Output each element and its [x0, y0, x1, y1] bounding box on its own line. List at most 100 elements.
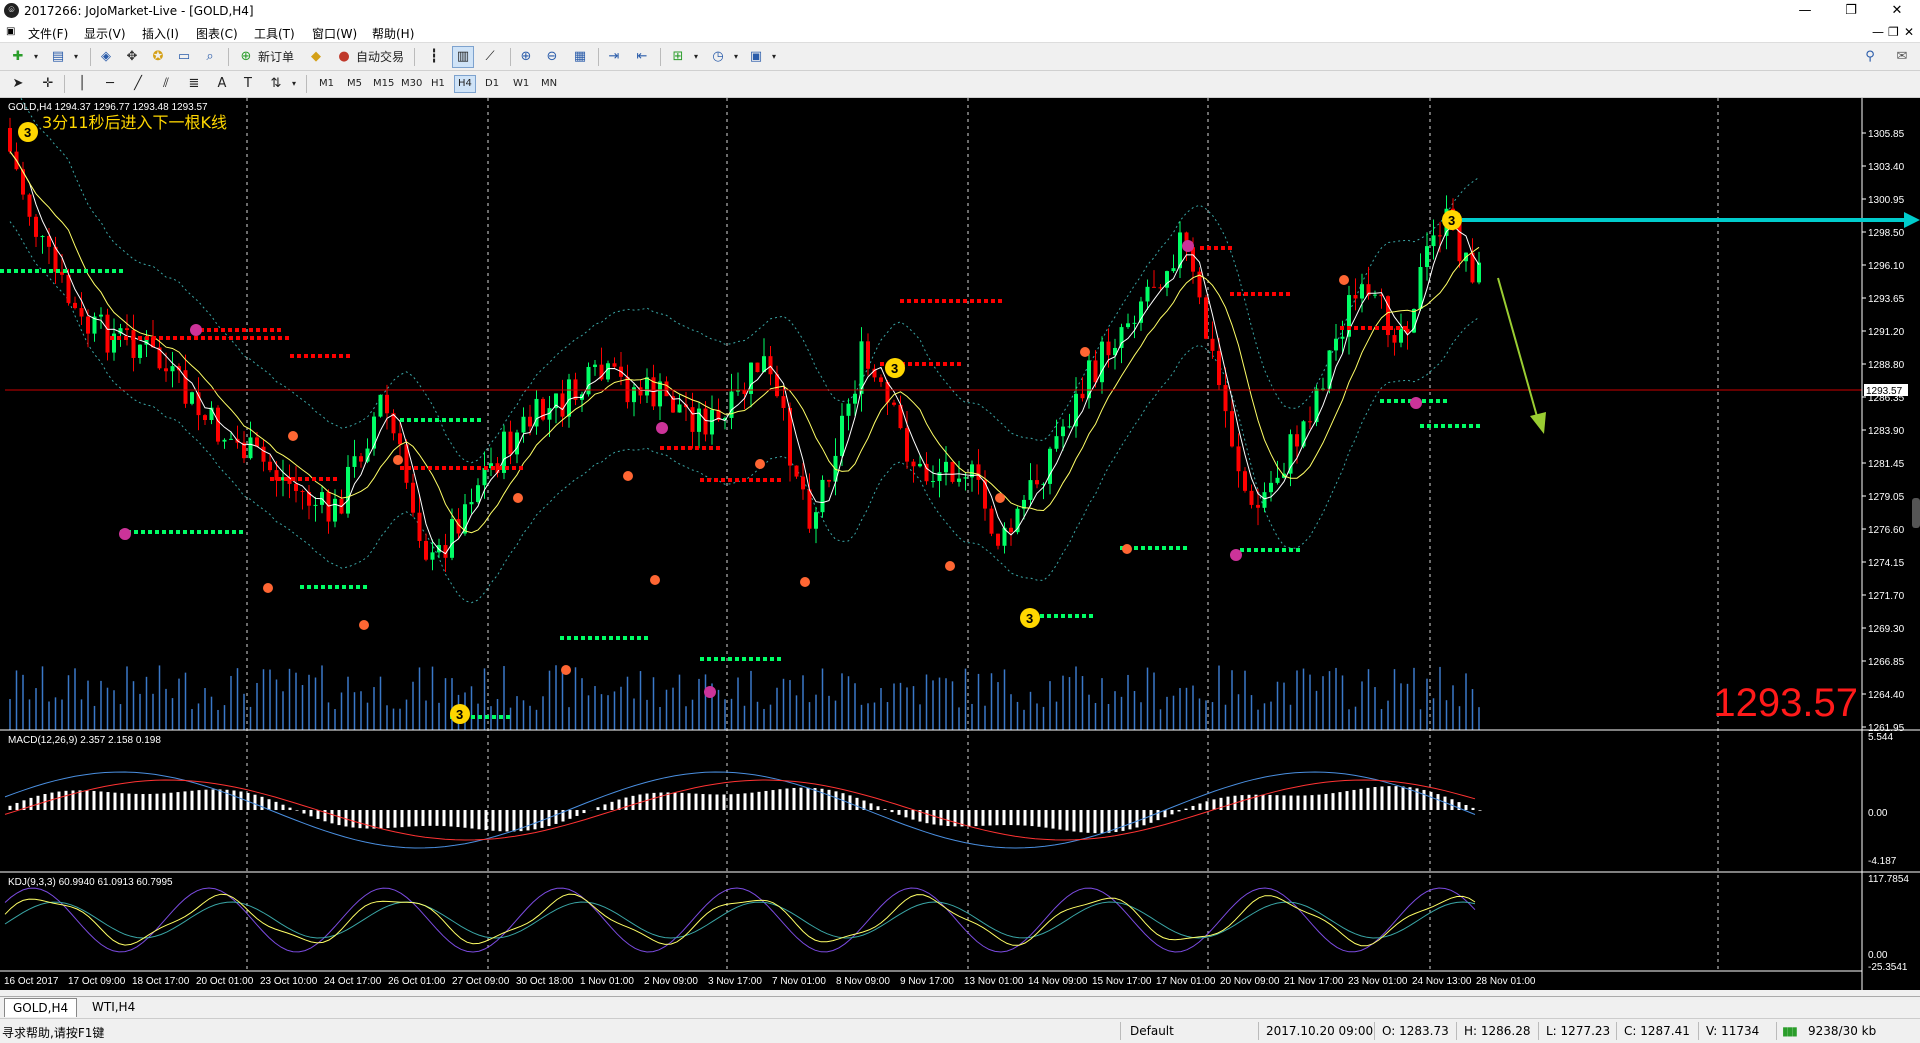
bar-chart-icon[interactable]: ┇: [424, 47, 444, 67]
signal-marker-magenta: [656, 422, 668, 434]
market-watch-icon[interactable]: ◈: [96, 47, 116, 67]
level-dot: [1279, 292, 1283, 296]
tile-windows-icon[interactable]: ▦: [570, 47, 590, 67]
level-dot: [117, 336, 121, 340]
auto-trading-icon[interactable]: ●: [334, 47, 354, 67]
mdi-restore-button[interactable]: ❐: [1888, 25, 1899, 39]
mdi-close-button[interactable]: ✕: [1904, 25, 1914, 39]
signal-marker-orange: [623, 471, 633, 481]
menu-insert[interactable]: 插入(I): [142, 25, 179, 42]
candle-body: [1009, 527, 1013, 533]
periods-icon[interactable]: ◷: [708, 47, 728, 67]
timeframe-d1[interactable]: D1: [482, 76, 502, 92]
zoom-out-icon[interactable]: ⊖: [542, 47, 562, 67]
level-dot: [1230, 292, 1234, 296]
chart-shift-icon[interactable]: ⇥: [604, 47, 624, 67]
candle-body: [690, 407, 695, 432]
mdi-minimize-button[interactable]: —: [1872, 25, 1884, 39]
cursor-icon[interactable]: ➤: [8, 74, 28, 94]
fibonacci-icon[interactable]: ≣: [184, 74, 204, 94]
timeframe-m30[interactable]: M30: [398, 76, 425, 92]
level-dot: [921, 299, 925, 303]
templates-dropdown-icon[interactable]: ▾: [764, 47, 784, 67]
level-dot: [721, 478, 725, 482]
level-dot: [257, 336, 261, 340]
level-dot: [1401, 399, 1405, 403]
menu-view[interactable]: 显示(V): [84, 25, 126, 42]
time-label: 23 Oct 10:00: [260, 976, 318, 987]
level-dot: [155, 530, 159, 534]
status-profile[interactable]: Default: [1130, 1024, 1174, 1038]
new-order-icon[interactable]: ⊕: [236, 47, 256, 67]
connection-bars-icon[interactable]: ▮▮▮: [1782, 1024, 1798, 1038]
timeframe-w1[interactable]: W1: [510, 76, 532, 92]
close-button[interactable]: ✕: [1874, 0, 1920, 22]
horizontal-line-icon[interactable]: ─: [100, 74, 120, 94]
indicators-icon[interactable]: ⊞: [668, 47, 688, 67]
level-dot: [1134, 546, 1138, 550]
zoom-in-icon[interactable]: ⊕: [516, 47, 536, 67]
menu-help[interactable]: 帮助(H): [372, 25, 414, 42]
candle-body: [1236, 446, 1241, 472]
timeframe-m5[interactable]: M5: [344, 76, 365, 92]
menu-tools[interactable]: 工具(T): [254, 25, 295, 42]
menu-chart[interactable]: 图表(C): [196, 25, 238, 42]
new-order-button[interactable]: 新订单: [258, 47, 294, 67]
menu-window[interactable]: 窗口(W): [312, 25, 357, 42]
kdj-indicator: [4, 887, 1476, 953]
text-icon[interactable]: A: [212, 74, 232, 94]
line-chart-icon[interactable]: ⟋: [480, 47, 500, 67]
indicators-dropdown-icon[interactable]: ▾: [686, 47, 706, 67]
restore-button[interactable]: ❐: [1828, 0, 1874, 22]
chart-canvas[interactable]: 3 3 3 3 3 1293.57 GOLD,H4 1294.37 1296.77 12…: [0, 81, 1920, 990]
data-window-icon[interactable]: ✥: [122, 47, 142, 67]
trendline-icon[interactable]: ╱: [128, 74, 148, 94]
timeframe-m15[interactable]: M15: [370, 76, 397, 92]
auto-trading-button[interactable]: 自动交易: [356, 47, 404, 67]
arrows-icon[interactable]: ⇅: [266, 74, 286, 94]
menu-bar: ▣ 文件(F) 显示(V) 插入(I) 图表(C) 工具(T) 窗口(W) 帮助…: [0, 22, 1920, 43]
level-dot: [297, 354, 301, 358]
terminal-icon[interactable]: ▭: [174, 47, 194, 67]
level-dot: [346, 354, 350, 358]
new-chart-dropdown-icon[interactable]: ▾: [26, 47, 46, 67]
chart-window[interactable]: 3 3 3 3 3 1293.57 GOLD,H4 1294.37 1296.77 12…: [0, 81, 1920, 990]
autoscroll-icon[interactable]: ⇤: [632, 47, 652, 67]
profiles-dropdown-icon[interactable]: ▾: [66, 47, 86, 67]
crosshair-icon[interactable]: ✛: [38, 74, 58, 94]
tab-wti-h4[interactable]: WTI,H4: [84, 998, 143, 1016]
level-dot: [307, 585, 311, 589]
level-dot: [321, 585, 325, 589]
menu-file[interactable]: 文件(F): [28, 25, 68, 42]
community-icon[interactable]: ✉: [1892, 47, 1912, 67]
equidistant-channel-icon[interactable]: ⫽: [156, 74, 176, 94]
timeframe-h1[interactable]: H1: [428, 76, 448, 92]
candle-body: [248, 437, 253, 459]
chart-header: GOLD,H4 1294.37 1296.77 1293.48 1293.57: [8, 102, 208, 113]
candle-body: [645, 377, 649, 396]
chart-window-icon[interactable]: ▣: [6, 26, 15, 37]
search-icon[interactable]: ⚲: [1860, 47, 1880, 67]
strategy-tester-icon[interactable]: ⌕: [200, 47, 220, 67]
timeframe-m1[interactable]: M1: [316, 76, 337, 92]
tab-gold-h4[interactable]: GOLD,H4: [4, 998, 78, 1017]
minimize-button[interactable]: —: [1782, 0, 1828, 22]
level-dot: [98, 269, 102, 273]
candlestick-icon[interactable]: ▥: [452, 46, 474, 68]
level-dot: [463, 418, 467, 422]
level-dot: [270, 477, 274, 481]
candle-body: [827, 479, 831, 482]
arrows-dropdown-icon[interactable]: ▾: [284, 74, 304, 94]
level-dot: [105, 269, 109, 273]
navigator-icon[interactable]: ✪: [148, 47, 168, 67]
vertical-line-icon[interactable]: │: [72, 74, 92, 94]
text-label-icon[interactable]: T: [238, 74, 258, 94]
new-chart-icon[interactable]: ✚: [8, 47, 28, 67]
periods-dropdown-icon[interactable]: ▾: [726, 47, 746, 67]
timeframe-mn[interactable]: MN: [538, 76, 560, 92]
profiles-icon[interactable]: ▤: [48, 47, 68, 67]
templates-icon[interactable]: ▣: [746, 47, 766, 67]
meta-editor-icon[interactable]: ◆: [306, 47, 326, 67]
timeframe-h4[interactable]: H4: [454, 75, 476, 93]
candle-body: [918, 463, 922, 467]
